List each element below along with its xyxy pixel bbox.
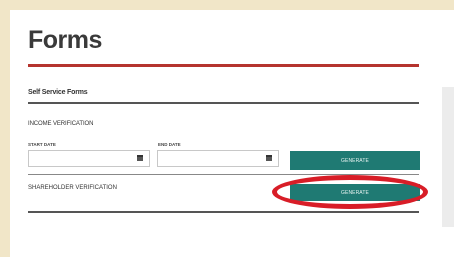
title-divider bbox=[28, 64, 419, 67]
section-divider bbox=[28, 102, 419, 104]
calendar-icon[interactable] bbox=[137, 155, 143, 161]
start-date-field[interactable] bbox=[28, 150, 150, 167]
end-date-field[interactable] bbox=[157, 150, 279, 167]
side-panel bbox=[442, 87, 454, 227]
bottom-divider bbox=[28, 211, 419, 213]
calendar-icon[interactable] bbox=[266, 155, 272, 161]
page-title: Forms bbox=[28, 26, 102, 54]
shareholder-verification-heading: SHAREHOLDER VERIFICATION bbox=[28, 185, 117, 191]
section-heading-self-service: Self Service Forms bbox=[28, 89, 88, 96]
end-date-label: END DATE bbox=[158, 142, 181, 147]
income-verification-heading: INCOME VERIFICATION bbox=[28, 121, 94, 127]
highlight-ellipse bbox=[272, 175, 428, 209]
start-date-label: START DATE bbox=[28, 142, 56, 147]
income-generate-button[interactable]: GENERATE bbox=[290, 151, 420, 170]
